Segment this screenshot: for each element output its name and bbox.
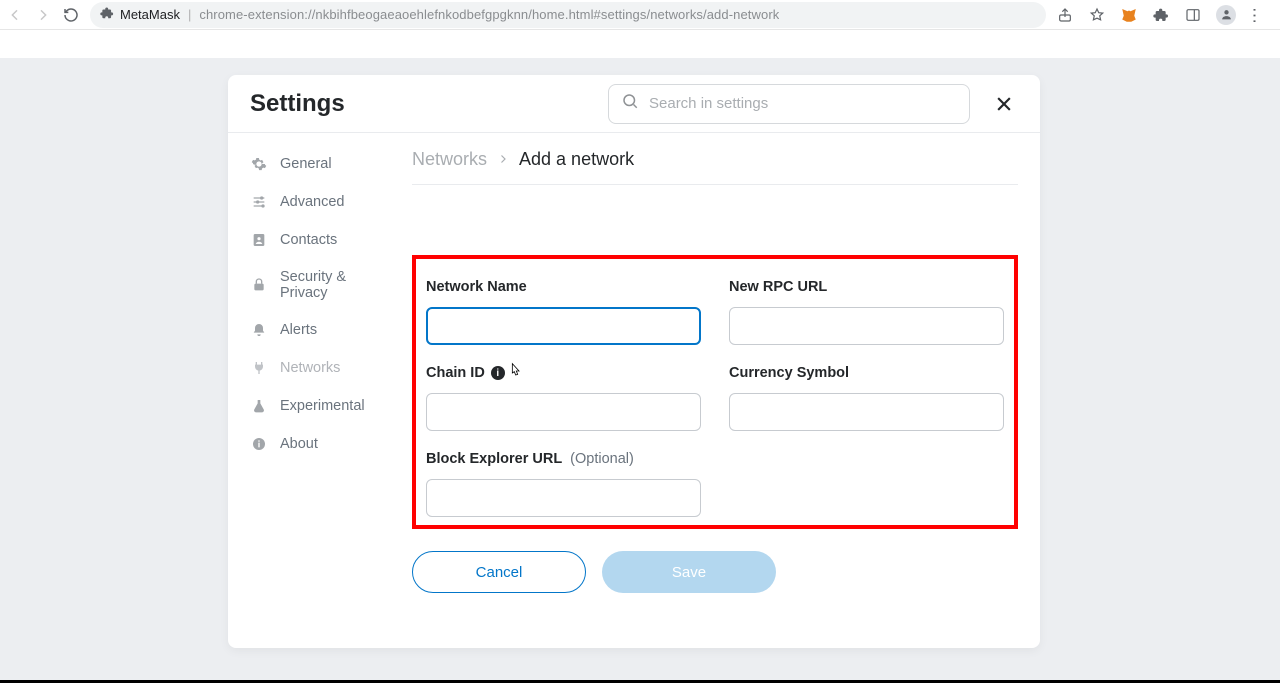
back-icon[interactable] xyxy=(6,6,24,24)
sidebar-item-alerts[interactable]: Alerts xyxy=(228,311,390,349)
field-currency-symbol: Currency Symbol xyxy=(729,365,1004,431)
sidebar-item-label: Experimental xyxy=(280,398,365,414)
forward-icon[interactable] xyxy=(34,6,52,24)
address-separator: | xyxy=(188,7,191,22)
share-icon[interactable] xyxy=(1056,6,1074,24)
chain-id-label: Chain ID xyxy=(426,365,485,381)
chevron-right-icon xyxy=(497,149,509,170)
form-buttons: Cancel Save xyxy=(412,551,1018,593)
metamask-icon[interactable] xyxy=(1120,6,1138,24)
star-icon[interactable] xyxy=(1088,6,1106,24)
settings-search[interactable] xyxy=(608,84,970,124)
browser-toolbar: MetaMask | chrome-extension://nkbihfbeog… xyxy=(0,0,1280,30)
address-app-name: MetaMask xyxy=(120,7,180,22)
sidebar-item-label: General xyxy=(280,156,332,172)
sidebar-item-general[interactable]: General xyxy=(228,145,390,183)
block-explorer-label: Block Explorer URL xyxy=(426,451,562,467)
address-bar[interactable]: MetaMask | chrome-extension://nkbihfbeog… xyxy=(90,2,1046,28)
block-explorer-input[interactable] xyxy=(426,479,701,517)
network-name-input[interactable] xyxy=(426,307,701,345)
breadcrumb-root[interactable]: Networks xyxy=(412,149,487,170)
info-tooltip-icon[interactable]: i xyxy=(491,366,505,380)
close-button[interactable] xyxy=(990,90,1018,118)
sidebar-item-label: Alerts xyxy=(280,322,317,338)
chain-id-input[interactable] xyxy=(426,393,701,431)
kebab-menu-icon[interactable]: … xyxy=(1250,6,1268,24)
block-explorer-optional: (Optional) xyxy=(570,451,634,467)
currency-symbol-label: Currency Symbol xyxy=(729,365,1004,381)
contacts-icon xyxy=(250,231,268,249)
settings-panel: Settings General Advanced xyxy=(228,75,1040,648)
settings-sidebar: General Advanced Contacts Security & Pri… xyxy=(228,133,390,648)
sidebar-item-label: About xyxy=(280,436,318,452)
field-chain-id: Chain ID i xyxy=(426,365,701,431)
extension-icon xyxy=(100,6,114,23)
plug-icon xyxy=(250,359,268,377)
profile-avatar-icon[interactable] xyxy=(1216,5,1236,25)
toolbar-right-icons: … xyxy=(1056,5,1274,25)
sidebar-item-security[interactable]: Security & Privacy xyxy=(228,259,390,311)
search-icon xyxy=(621,92,639,115)
field-rpc-url: New RPC URL xyxy=(729,279,1004,345)
form-highlight-box: Network Name New RPC URL Chain ID i xyxy=(412,255,1018,529)
sliders-icon xyxy=(250,193,268,211)
page-title: Settings xyxy=(250,90,345,118)
breadcrumb-leaf: Add a network xyxy=(519,149,634,170)
save-button: Save xyxy=(602,551,776,593)
info-icon xyxy=(250,435,268,453)
address-url: chrome-extension://nkbihfbeogaeaoehlefnk… xyxy=(199,7,779,22)
sidebar-item-label: Security & Privacy xyxy=(280,269,380,301)
side-panel-icon[interactable] xyxy=(1184,6,1202,24)
sidebar-item-experimental[interactable]: Experimental xyxy=(228,387,390,425)
flask-icon xyxy=(250,397,268,415)
rpc-url-input[interactable] xyxy=(729,307,1004,345)
sidebar-item-about[interactable]: About xyxy=(228,425,390,463)
bell-icon xyxy=(250,321,268,339)
page-viewport: Settings General Advanced xyxy=(0,30,1280,683)
rpc-url-label: New RPC URL xyxy=(729,279,1004,295)
network-name-label: Network Name xyxy=(426,279,701,295)
field-block-explorer: Block Explorer URL (Optional) xyxy=(426,451,701,517)
search-input[interactable] xyxy=(649,95,957,112)
extensions-icon[interactable] xyxy=(1152,6,1170,24)
sidebar-item-advanced[interactable]: Advanced xyxy=(228,183,390,221)
settings-main: Networks Add a network Network Name New … xyxy=(390,133,1040,648)
sidebar-item-label: Networks xyxy=(280,360,340,376)
breadcrumb: Networks Add a network xyxy=(412,149,1018,185)
lock-icon xyxy=(250,276,268,294)
sidebar-item-label: Advanced xyxy=(280,194,345,210)
sidebar-item-networks[interactable]: Networks xyxy=(228,349,390,387)
currency-symbol-input[interactable] xyxy=(729,393,1004,431)
sidebar-item-contacts[interactable]: Contacts xyxy=(228,221,390,259)
reload-icon[interactable] xyxy=(62,6,80,24)
cancel-button[interactable]: Cancel xyxy=(412,551,586,593)
field-network-name: Network Name xyxy=(426,279,701,345)
sidebar-item-label: Contacts xyxy=(280,232,337,248)
panel-header: Settings xyxy=(228,75,1040,133)
gear-icon xyxy=(250,155,268,173)
